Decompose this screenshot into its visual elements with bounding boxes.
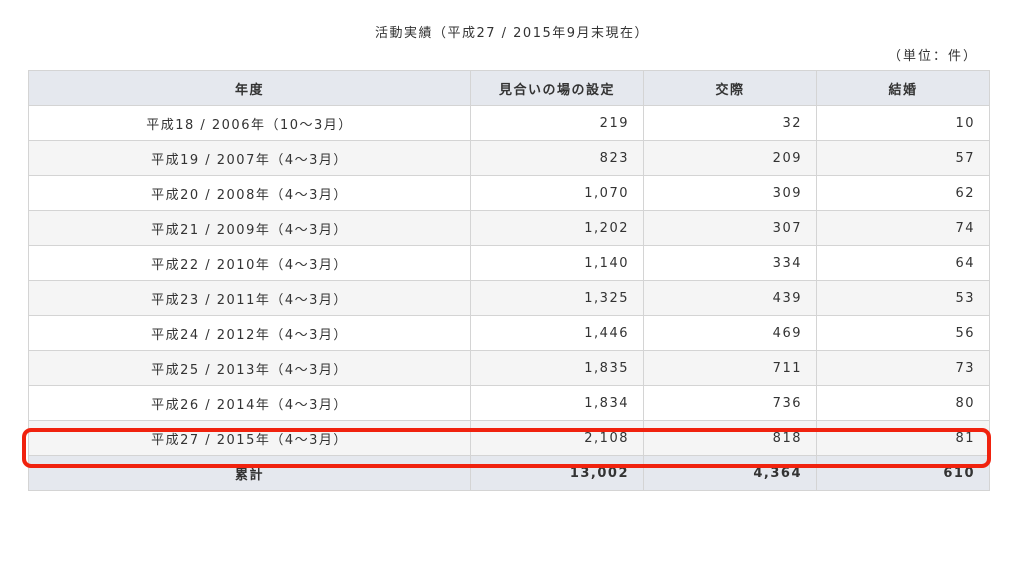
- header-meetings: 見合いの場の設定: [470, 70, 644, 106]
- marriage-cell: 56: [816, 315, 990, 351]
- meetings-cell: 1,325: [470, 280, 644, 316]
- unit-label: （単位：件）: [887, 49, 978, 64]
- activity-table: 年度 見合いの場の設定 交際 結婚 平成18 / 2006年（10〜3月） 21…: [28, 70, 990, 491]
- header-dating: 交際: [643, 70, 817, 106]
- header-marriage: 結婚: [816, 70, 990, 106]
- table-row: 平成18 / 2006年（10〜3月） 219 32 10: [28, 105, 990, 141]
- year-cell: 平成20 / 2008年（4〜3月）: [28, 175, 471, 211]
- dating-cell: 209: [643, 140, 817, 176]
- year-cell: 平成18 / 2006年（10〜3月）: [28, 105, 471, 141]
- table-row: 平成22 / 2010年（4〜3月） 1,140 334 64: [28, 245, 990, 281]
- meetings-cell: 1,070: [470, 175, 644, 211]
- table-row: 平成21 / 2009年（4〜3月） 1,202 307 74: [28, 210, 990, 246]
- table-row-highlighted: 平成27 / 2015年（4〜3月） 2,108 818 81: [28, 420, 990, 456]
- marriage-cell: 53: [816, 280, 990, 316]
- table-row: 平成23 / 2011年（4〜3月） 1,325 439 53: [28, 280, 990, 316]
- meetings-cell: 1,446: [470, 315, 644, 351]
- meetings-cell: 2,108: [470, 420, 644, 456]
- dating-cell: 439: [643, 280, 817, 316]
- dating-cell: 711: [643, 350, 817, 386]
- year-cell: 平成23 / 2011年（4〜3月）: [28, 280, 471, 316]
- total-row: 累計 13,002 4,364 610: [28, 455, 990, 491]
- dating-cell: 818: [643, 420, 817, 456]
- header-year: 年度: [28, 70, 471, 106]
- marriage-cell: 73: [816, 350, 990, 386]
- marriage-cell: 80: [816, 385, 990, 421]
- meetings-cell: 1,202: [470, 210, 644, 246]
- year-cell: 平成25 / 2013年（4〜3月）: [28, 350, 471, 386]
- year-cell: 平成19 / 2007年（4〜3月）: [28, 140, 471, 176]
- total-meetings: 13,002: [470, 455, 644, 491]
- dating-cell: 307: [643, 210, 817, 246]
- marriage-cell: 81: [816, 420, 990, 456]
- table-row: 平成24 / 2012年（4〜3月） 1,446 469 56: [28, 315, 990, 351]
- total-marriage: 610: [816, 455, 990, 491]
- year-cell: 平成27 / 2015年（4〜3月）: [28, 420, 471, 456]
- meetings-cell: 823: [470, 140, 644, 176]
- total-label: 累計: [28, 455, 471, 491]
- meetings-cell: 219: [470, 105, 644, 141]
- meetings-cell: 1,140: [470, 245, 644, 281]
- meetings-cell: 1,835: [470, 350, 644, 386]
- marriage-cell: 64: [816, 245, 990, 281]
- year-cell: 平成26 / 2014年（4〜3月）: [28, 385, 471, 421]
- table-row: 平成25 / 2013年（4〜3月） 1,835 711 73: [28, 350, 990, 386]
- dating-cell: 736: [643, 385, 817, 421]
- year-cell: 平成22 / 2010年（4〜3月）: [28, 245, 471, 281]
- total-dating: 4,364: [643, 455, 817, 491]
- table-caption: 活動実績（平成27 / 2015年9月末現在）: [374, 26, 650, 41]
- dating-cell: 334: [643, 245, 817, 281]
- header-row: 年度 見合いの場の設定 交際 結婚: [28, 70, 990, 106]
- marriage-cell: 10: [816, 105, 990, 141]
- table-row: 平成19 / 2007年（4〜3月） 823 209 57: [28, 140, 990, 176]
- marriage-cell: 62: [816, 175, 990, 211]
- year-cell: 平成21 / 2009年（4〜3月）: [28, 210, 471, 246]
- marriage-cell: 74: [816, 210, 990, 246]
- dating-cell: 469: [643, 315, 817, 351]
- dating-cell: 309: [643, 175, 817, 211]
- table-row: 平成20 / 2008年（4〜3月） 1,070 309 62: [28, 175, 990, 211]
- marriage-cell: 57: [816, 140, 990, 176]
- year-cell: 平成24 / 2012年（4〜3月）: [28, 315, 471, 351]
- dating-cell: 32: [643, 105, 817, 141]
- table-row: 平成26 / 2014年（4〜3月） 1,834 736 80: [28, 385, 990, 421]
- meetings-cell: 1,834: [470, 385, 644, 421]
